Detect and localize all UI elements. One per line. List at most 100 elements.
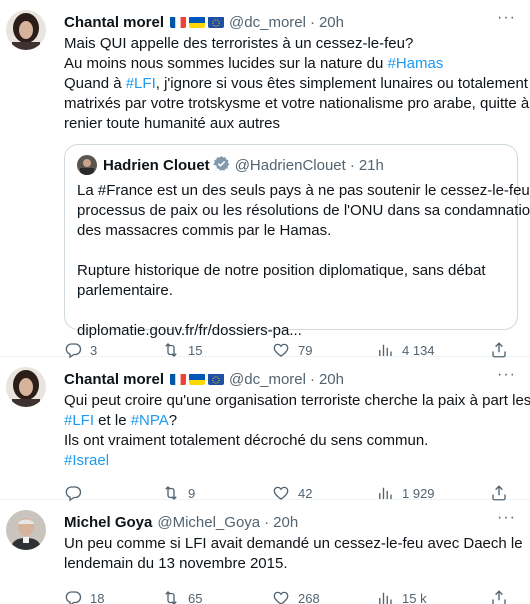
ukraine-flag-icon <box>189 373 206 385</box>
tweet-line: Mais QUI appelle des terroristes à un ce… <box>64 34 518 54</box>
retweet-count: 9 <box>188 485 196 501</box>
like-count: 79 <box>298 342 313 358</box>
share-button[interactable] <box>490 589 516 604</box>
tweet-text: Qui peut croire qu'une organisation terr… <box>64 391 530 471</box>
quote-header: Hadrien Clouet @HadrienClouet · 21h <box>77 155 505 175</box>
author-name[interactable]: Chantal morel <box>64 14 164 31</box>
like-count: 268 <box>298 590 320 604</box>
ukraine-flag-icon <box>189 16 206 28</box>
quote-line <box>77 301 505 321</box>
france-flag-icon <box>170 16 187 28</box>
tweet-line: Un peu comme si LFI avait demandé un ces… <box>64 534 523 554</box>
like-count: 42 <box>298 485 313 501</box>
tweet-actions: 18 65 268 15 k <box>64 588 518 604</box>
share-icon <box>492 590 506 604</box>
retweet-button[interactable]: 65 <box>162 589 272 604</box>
more-icon[interactable]: ··· <box>497 509 516 527</box>
quote-author-handle[interactable]: @HadrienClouet <box>235 157 346 174</box>
reply-count: 18 <box>90 590 105 604</box>
like-button[interactable]: 268 <box>272 589 376 604</box>
tweet-text-segment: matrixés par votre trotskysme et votre n… <box>64 95 530 112</box>
more-icon[interactable]: ··· <box>497 366 516 384</box>
quote-line: processus de paix ou les résolutions de … <box>77 202 530 219</box>
tweet-text: Mais QUI appelle des terroristes à un ce… <box>64 34 529 134</box>
separator-dot: · <box>309 13 315 31</box>
tweet-line: matrixés par votre trotskysme et votre n… <box>64 94 529 114</box>
verified-icon <box>212 155 230 176</box>
tweet-line: renier toute humanité aux autres <box>64 114 518 134</box>
author-handle[interactable]: @Michel_Goya <box>157 514 260 531</box>
avatar[interactable] <box>6 510 46 550</box>
quote-line: des massacres commis par le Hamas. <box>77 222 332 239</box>
tweet-header: Michel Goya @Michel_Goya · 20h <box>64 512 518 532</box>
timestamp[interactable]: 20h <box>273 514 298 531</box>
tweet-2[interactable]: Chantal morel @dc_morel · 20h ··· Qui pe… <box>0 357 530 502</box>
views-icon <box>379 592 392 604</box>
author-name[interactable]: Michel Goya <box>64 514 152 531</box>
france-flag-icon <box>170 373 187 385</box>
hashtag-link[interactable]: #LFI <box>64 412 94 429</box>
tweet-line: lendemain du 13 novembre 2015. <box>64 554 518 574</box>
tweet-text: Un peu comme si LFI avait demandé un ces… <box>64 534 523 574</box>
like-icon <box>273 591 289 604</box>
reply-count: 3 <box>90 342 98 358</box>
quote-text: La #France est un des seuls pays à ne pa… <box>77 181 530 341</box>
quote-line: parlementaire. <box>77 282 173 299</box>
author-name[interactable]: Chantal morel <box>64 371 164 388</box>
tweet-header: Chantal morel @dc_morel · 20h <box>64 12 518 32</box>
author-handle[interactable]: @dc_morel <box>229 14 306 31</box>
tweet-text-segment: Un peu comme si LFI avait demandé un ces… <box>64 535 523 552</box>
retweet-count: 15 <box>188 342 203 358</box>
tweet-text-segment: , j'ignore si vous êtes simplement lunai… <box>155 75 528 92</box>
tweet-3[interactable]: Michel Goya @Michel_Goya · 20h ··· Un pe… <box>0 500 530 604</box>
separator-dot: · <box>349 156 355 174</box>
quote-line: Rupture historique de notre position dip… <box>77 262 486 279</box>
tweet-line: #Israel <box>64 451 518 471</box>
quote-link[interactable]: diplomatie.gouv.fr/fr/dossiers-pa... <box>77 321 505 341</box>
separator-dot: · <box>309 370 315 388</box>
tweet-line: #LFI et le #NPA? <box>64 411 518 431</box>
quote-timestamp[interactable]: 21h <box>359 157 384 174</box>
timestamp[interactable]: 20h <box>319 14 344 31</box>
avatar[interactable] <box>6 10 46 50</box>
tweet-line: Quand à #LFI, j'ignore si vous êtes simp… <box>64 74 528 94</box>
quote-line: La #France est un des seuls pays à ne pa… <box>77 182 530 199</box>
separator-dot: · <box>264 513 270 531</box>
tweet-text-segment: Qui peut croire qu'une organisation terr… <box>64 392 530 409</box>
timestamp[interactable]: 20h <box>319 371 344 388</box>
tweet-text-segment: lendemain du 13 novembre 2015. <box>64 555 288 572</box>
hashtag-link[interactable]: #LFI <box>126 75 156 92</box>
hashtag-link[interactable]: #Israel <box>64 452 109 469</box>
retweet-count: 65 <box>188 590 203 604</box>
avatar[interactable] <box>6 367 46 407</box>
tweet-text-segment: Ils ont vraiment totalement décroché du … <box>64 432 429 449</box>
tweet-line: Ils ont vraiment totalement décroché du … <box>64 431 518 451</box>
hashtag-link[interactable]: #Hamas <box>388 55 444 72</box>
quoted-tweet[interactable]: Hadrien Clouet @HadrienClouet · 21h La #… <box>64 144 530 339</box>
views-button[interactable]: 15 k <box>376 589 427 604</box>
tweet-1[interactable]: Chantal morel @dc_morel · 20h ··· Mais Q… <box>0 0 530 359</box>
tweet-line: Qui peut croire qu'une organisation terr… <box>64 391 530 411</box>
tweet-text-segment: Mais QUI appelle des terroristes à un ce… <box>64 35 414 52</box>
tweet-text-segment: ? <box>168 412 178 429</box>
tweet-header: Chantal morel @dc_morel · 20h <box>64 369 518 389</box>
tweet-line: Au moins nous sommes lucides sur la natu… <box>64 54 518 74</box>
views-count: 1 929 <box>402 485 435 501</box>
avatar <box>77 155 97 175</box>
tweet-text-segment: et le <box>94 412 131 429</box>
reply-icon <box>65 591 82 604</box>
retweet-icon <box>165 591 177 604</box>
eu-flag-icon <box>208 373 225 385</box>
eu-flag-icon <box>208 16 225 28</box>
quote-author-name[interactable]: Hadrien Clouet <box>103 157 210 174</box>
more-icon[interactable]: ··· <box>497 9 516 27</box>
views-count: 4 134 <box>402 342 435 358</box>
tweet-text-segment: Quand à <box>64 75 126 92</box>
quote-line <box>77 241 505 261</box>
author-handle[interactable]: @dc_morel <box>229 371 306 388</box>
tweet-text-segment: renier toute humanité aux autres <box>64 115 280 132</box>
views-count: 15 k <box>402 590 427 604</box>
reply-button[interactable]: 18 <box>64 589 162 604</box>
hashtag-link[interactable]: #NPA <box>131 412 169 429</box>
tweet-text-segment: Au moins nous sommes lucides sur la natu… <box>64 55 388 72</box>
